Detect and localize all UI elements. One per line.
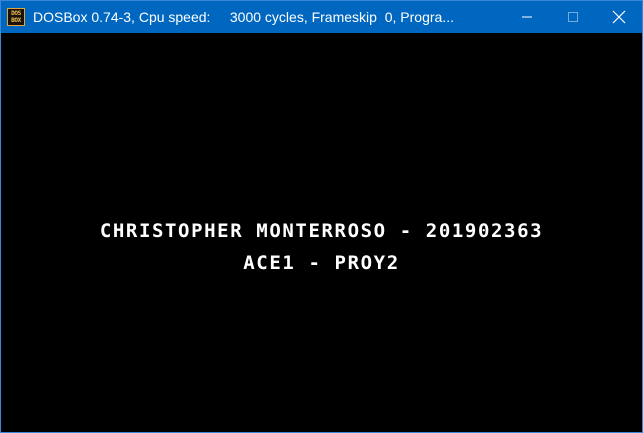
window-title: DOSBox 0.74-3, Cpu speed: 3000 cycles, F… — [33, 9, 454, 25]
screen-text-line-1: CHRISTOPHER MONTERROSO - 201902363 — [99, 220, 544, 242]
minimize-button[interactable] — [504, 1, 550, 33]
dosbox-icon[interactable]: DOS BOX — [7, 8, 25, 26]
maximize-button[interactable] — [550, 1, 596, 33]
close-button[interactable] — [596, 1, 642, 33]
dos-screen[interactable]: CHRISTOPHER MONTERROSO - 201902363 ACE1 … — [1, 33, 642, 432]
maximize-icon — [568, 12, 578, 22]
close-icon — [612, 10, 626, 24]
title-bar[interactable]: DOS BOX DOSBox 0.74-3, Cpu speed: 3000 c… — [1, 1, 642, 33]
window-controls — [504, 1, 642, 33]
screen-text-line-2: ACE1 - PROY2 — [243, 252, 400, 274]
minimize-icon — [522, 16, 532, 18]
dosbox-window: DOS BOX DOSBox 0.74-3, Cpu speed: 3000 c… — [0, 0, 643, 433]
icon-text-bottom: BOX — [11, 17, 21, 24]
